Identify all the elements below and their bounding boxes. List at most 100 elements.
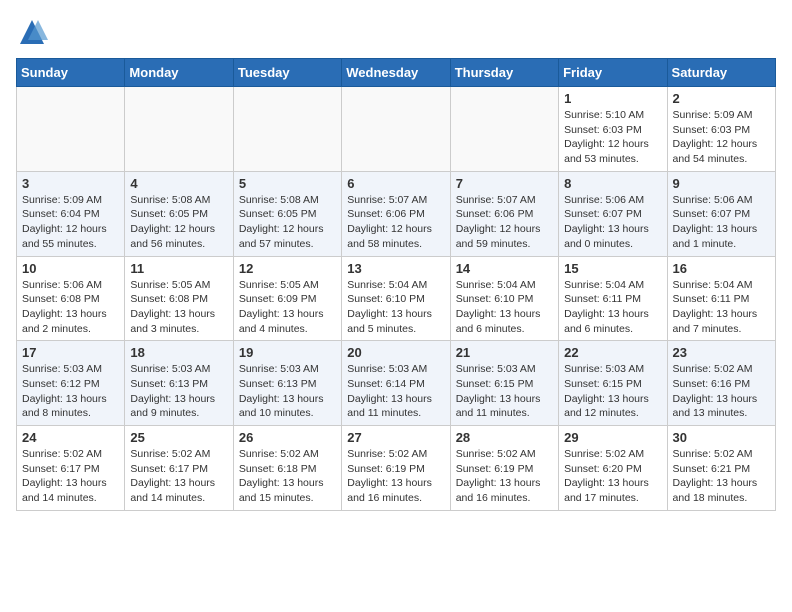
day-info: Sunrise: 5:03 AM Sunset: 6:14 PM Dayligh… bbox=[347, 362, 444, 421]
day-header: Sunday bbox=[17, 59, 125, 87]
page-header bbox=[16, 16, 776, 48]
calendar-day-cell: 17Sunrise: 5:03 AM Sunset: 6:12 PM Dayli… bbox=[17, 341, 125, 426]
day-number: 26 bbox=[239, 430, 336, 445]
day-info: Sunrise: 5:02 AM Sunset: 6:21 PM Dayligh… bbox=[673, 447, 770, 506]
calendar-day-cell: 28 Sunrise: 5:02 AM Sunset: 6:19 PM Dayli… bbox=[450, 426, 558, 511]
day-info: Sunrise: 5:09 AM Sunset: 6:03 PM Dayligh… bbox=[673, 108, 770, 167]
calendar-header-row: SundayMondayTuesdayWednesdayThursdayFrid… bbox=[17, 59, 776, 87]
day-number: 14 bbox=[456, 261, 553, 276]
day-header: Saturday bbox=[667, 59, 775, 87]
calendar-week-row: 10 Sunrise: 5:06 AM Sunset: 6:08 PM Dayli… bbox=[17, 256, 776, 341]
calendar-day-cell: 21 Sunrise: 5:03 AM Sunset: 6:15 PM Dayli… bbox=[450, 341, 558, 426]
calendar-day-cell bbox=[125, 87, 233, 172]
day-number: 29 bbox=[564, 430, 661, 445]
calendar-day-cell: 8 Sunrise: 5:06 AM Sunset: 6:07 PM Daylig… bbox=[559, 171, 667, 256]
calendar-day-cell bbox=[450, 87, 558, 172]
day-number: 16 bbox=[673, 261, 770, 276]
day-info: Sunrise: 5:05 AM Sunset: 6:08 PM Dayligh… bbox=[130, 278, 227, 337]
day-info: Sunrise: 5:02 AM Sunset: 6:17 PM Dayligh… bbox=[130, 447, 227, 506]
day-header: Wednesday bbox=[342, 59, 450, 87]
day-info: Sunrise: 5:02 AM Sunset: 6:17 PM Dayligh… bbox=[22, 447, 119, 506]
calendar-day-cell bbox=[233, 87, 341, 172]
day-number: 19 bbox=[239, 345, 336, 360]
calendar-day-cell: 4 Sunrise: 5:08 AM Sunset: 6:05 PM Daylig… bbox=[125, 171, 233, 256]
day-info: Sunrise: 5:02 AM Sunset: 6:19 PM Dayligh… bbox=[456, 447, 553, 506]
day-info: Sunrise: 5:06 AM Sunset: 6:07 PM Dayligh… bbox=[564, 193, 661, 252]
day-info: Sunrise: 5:04 AM Sunset: 6:11 PM Dayligh… bbox=[564, 278, 661, 337]
day-info: Sunrise: 5:02 AM Sunset: 6:20 PM Dayligh… bbox=[564, 447, 661, 506]
calendar-day-cell: 23Sunrise: 5:02 AM Sunset: 6:16 PM Dayli… bbox=[667, 341, 775, 426]
day-info: Sunrise: 5:04 AM Sunset: 6:10 PM Dayligh… bbox=[347, 278, 444, 337]
calendar-week-row: 24 Sunrise: 5:02 AM Sunset: 6:17 PM Dayli… bbox=[17, 426, 776, 511]
day-number: 30 bbox=[673, 430, 770, 445]
calendar-day-cell: 18 Sunrise: 5:03 AM Sunset: 6:13 PM Dayli… bbox=[125, 341, 233, 426]
day-number: 4 bbox=[130, 176, 227, 191]
calendar-day-cell: 29 Sunrise: 5:02 AM Sunset: 6:20 PM Dayli… bbox=[559, 426, 667, 511]
day-number: 27 bbox=[347, 430, 444, 445]
calendar: SundayMondayTuesdayWednesdayThursdayFrid… bbox=[16, 58, 776, 511]
calendar-day-cell: 19Sunrise: 5:03 AM Sunset: 6:13 PM Dayli… bbox=[233, 341, 341, 426]
day-number: 20 bbox=[347, 345, 444, 360]
day-info: Sunrise: 5:03 AM Sunset: 6:13 PM Dayligh… bbox=[130, 362, 227, 421]
calendar-day-cell: 12 Sunrise: 5:05 AM Sunset: 6:09 PM Dayli… bbox=[233, 256, 341, 341]
day-info: Sunrise: 5:03 AM Sunset: 6:15 PM Dayligh… bbox=[564, 362, 661, 421]
day-info: Sunrise: 5:04 AM Sunset: 6:11 PM Dayligh… bbox=[673, 278, 770, 337]
day-number: 6 bbox=[347, 176, 444, 191]
day-number: 12 bbox=[239, 261, 336, 276]
day-number: 11 bbox=[130, 261, 227, 276]
day-header: Tuesday bbox=[233, 59, 341, 87]
logo-icon bbox=[16, 16, 48, 48]
calendar-day-cell: 6Sunrise: 5:07 AM Sunset: 6:06 PM Daylig… bbox=[342, 171, 450, 256]
day-number: 28 bbox=[456, 430, 553, 445]
day-info: Sunrise: 5:04 AM Sunset: 6:10 PM Dayligh… bbox=[456, 278, 553, 337]
day-header: Monday bbox=[125, 59, 233, 87]
day-info: Sunrise: 5:03 AM Sunset: 6:15 PM Dayligh… bbox=[456, 362, 553, 421]
calendar-day-cell: 15Sunrise: 5:04 AM Sunset: 6:11 PM Dayli… bbox=[559, 256, 667, 341]
calendar-day-cell: 1Sunrise: 5:10 AM Sunset: 6:03 PM Daylig… bbox=[559, 87, 667, 172]
day-number: 24 bbox=[22, 430, 119, 445]
day-number: 8 bbox=[564, 176, 661, 191]
day-info: Sunrise: 5:06 AM Sunset: 6:07 PM Dayligh… bbox=[673, 193, 770, 252]
day-header: Thursday bbox=[450, 59, 558, 87]
day-number: 22 bbox=[564, 345, 661, 360]
calendar-day-cell: 11 Sunrise: 5:05 AM Sunset: 6:08 PM Dayli… bbox=[125, 256, 233, 341]
calendar-week-row: 1Sunrise: 5:10 AM Sunset: 6:03 PM Daylig… bbox=[17, 87, 776, 172]
calendar-day-cell: 24 Sunrise: 5:02 AM Sunset: 6:17 PM Dayli… bbox=[17, 426, 125, 511]
day-info: Sunrise: 5:07 AM Sunset: 6:06 PM Dayligh… bbox=[456, 193, 553, 252]
calendar-day-cell: 20 Sunrise: 5:03 AM Sunset: 6:14 PM Dayli… bbox=[342, 341, 450, 426]
day-info: Sunrise: 5:09 AM Sunset: 6:04 PM Dayligh… bbox=[22, 193, 119, 252]
calendar-day-cell: 9 Sunrise: 5:06 AM Sunset: 6:07 PM Daylig… bbox=[667, 171, 775, 256]
day-number: 9 bbox=[673, 176, 770, 191]
day-number: 3 bbox=[22, 176, 119, 191]
day-number: 18 bbox=[130, 345, 227, 360]
day-number: 23 bbox=[673, 345, 770, 360]
calendar-day-cell: 25 Sunrise: 5:02 AM Sunset: 6:17 PM Dayli… bbox=[125, 426, 233, 511]
day-number: 5 bbox=[239, 176, 336, 191]
day-info: Sunrise: 5:08 AM Sunset: 6:05 PM Dayligh… bbox=[130, 193, 227, 252]
calendar-day-cell: 27Sunrise: 5:02 AM Sunset: 6:19 PM Dayli… bbox=[342, 426, 450, 511]
calendar-day-cell: 22 Sunrise: 5:03 AM Sunset: 6:15 PM Dayli… bbox=[559, 341, 667, 426]
calendar-week-row: 3 Sunrise: 5:09 AM Sunset: 6:04 PM Daylig… bbox=[17, 171, 776, 256]
day-info: Sunrise: 5:02 AM Sunset: 6:18 PM Dayligh… bbox=[239, 447, 336, 506]
calendar-day-cell: 3 Sunrise: 5:09 AM Sunset: 6:04 PM Daylig… bbox=[17, 171, 125, 256]
day-header: Friday bbox=[559, 59, 667, 87]
day-info: Sunrise: 5:06 AM Sunset: 6:08 PM Dayligh… bbox=[22, 278, 119, 337]
calendar-week-row: 17Sunrise: 5:03 AM Sunset: 6:12 PM Dayli… bbox=[17, 341, 776, 426]
logo bbox=[16, 16, 52, 48]
calendar-day-cell: 26 Sunrise: 5:02 AM Sunset: 6:18 PM Dayli… bbox=[233, 426, 341, 511]
day-info: Sunrise: 5:05 AM Sunset: 6:09 PM Dayligh… bbox=[239, 278, 336, 337]
calendar-day-cell: 14 Sunrise: 5:04 AM Sunset: 6:10 PM Dayli… bbox=[450, 256, 558, 341]
day-number: 13 bbox=[347, 261, 444, 276]
calendar-day-cell bbox=[17, 87, 125, 172]
calendar-day-cell: 13 Sunrise: 5:04 AM Sunset: 6:10 PM Dayli… bbox=[342, 256, 450, 341]
day-info: Sunrise: 5:08 AM Sunset: 6:05 PM Dayligh… bbox=[239, 193, 336, 252]
day-info: Sunrise: 5:03 AM Sunset: 6:12 PM Dayligh… bbox=[22, 362, 119, 421]
calendar-day-cell: 7 Sunrise: 5:07 AM Sunset: 6:06 PM Daylig… bbox=[450, 171, 558, 256]
day-number: 10 bbox=[22, 261, 119, 276]
day-number: 25 bbox=[130, 430, 227, 445]
day-number: 7 bbox=[456, 176, 553, 191]
calendar-day-cell: 16 Sunrise: 5:04 AM Sunset: 6:11 PM Dayli… bbox=[667, 256, 775, 341]
day-number: 21 bbox=[456, 345, 553, 360]
calendar-day-cell: 2Sunrise: 5:09 AM Sunset: 6:03 PM Daylig… bbox=[667, 87, 775, 172]
calendar-day-cell: 30 Sunrise: 5:02 AM Sunset: 6:21 PM Dayli… bbox=[667, 426, 775, 511]
